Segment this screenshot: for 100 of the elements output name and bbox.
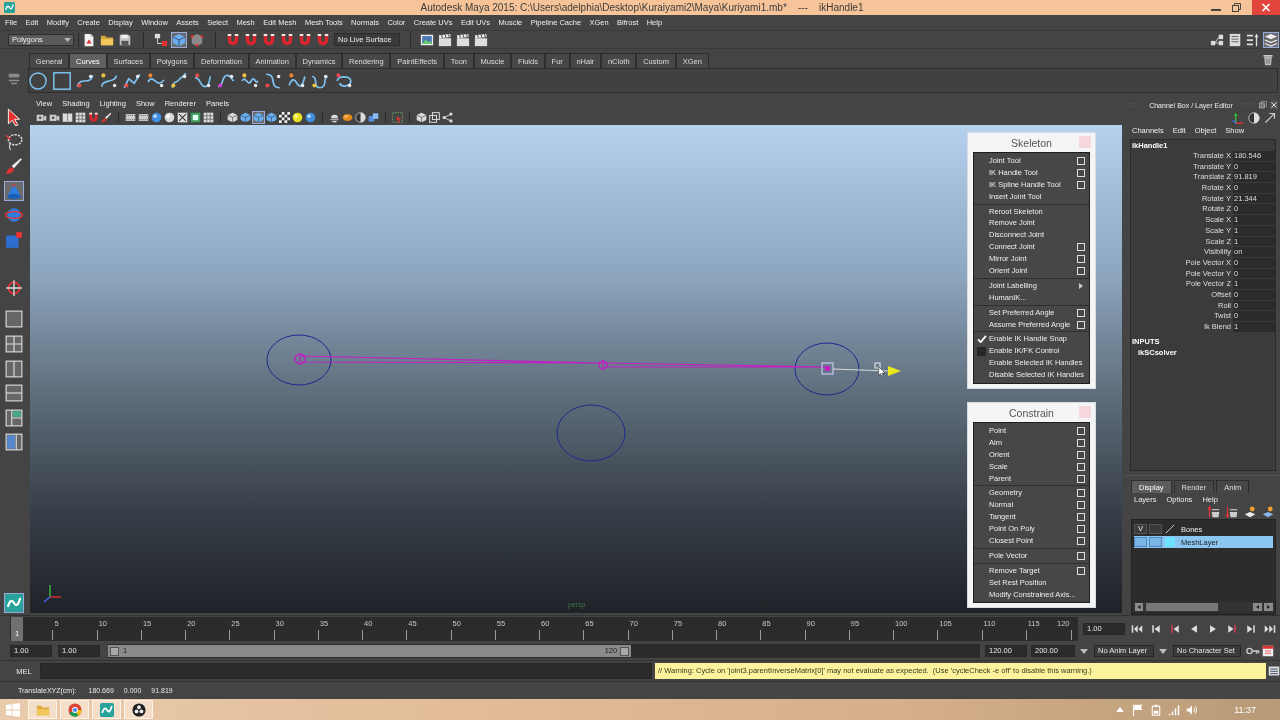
logo-tile-icon[interactable] bbox=[99, 702, 114, 717]
layout-icon[interactable] bbox=[5, 433, 23, 452]
document-icon[interactable] bbox=[82, 32, 96, 47]
magnet-icon[interactable] bbox=[316, 32, 330, 47]
close-icon[interactable] bbox=[1270, 101, 1278, 109]
caret-icon[interactable] bbox=[1159, 648, 1167, 654]
option-box[interactable] bbox=[1077, 320, 1085, 329]
viewport[interactable] bbox=[30, 125, 1122, 613]
horizontal-scrollbar[interactable] bbox=[1134, 602, 1274, 612]
skip-back-icon[interactable] bbox=[1131, 623, 1143, 635]
brush-icon[interactable] bbox=[101, 112, 112, 123]
node-graph-icon[interactable] bbox=[1210, 32, 1224, 47]
range-handle[interactable] bbox=[620, 646, 630, 656]
option-box[interactable] bbox=[1077, 438, 1085, 447]
sphere-icon[interactable] bbox=[292, 112, 303, 123]
option-box[interactable] bbox=[1077, 426, 1085, 435]
capsule-icon[interactable] bbox=[342, 112, 353, 123]
logo-tile-icon[interactable] bbox=[5, 594, 23, 612]
step-forward-icon[interactable] bbox=[1245, 623, 1257, 635]
layout-icon[interactable] bbox=[5, 359, 23, 378]
cubes-icon[interactable] bbox=[368, 112, 379, 123]
arrow-icon[interactable] bbox=[1264, 111, 1276, 124]
playback-toggle[interactable] bbox=[1149, 524, 1162, 534]
sphere-icon[interactable] bbox=[151, 112, 162, 123]
option-box[interactable] bbox=[1077, 489, 1085, 498]
layer-star-icon[interactable] bbox=[1244, 506, 1256, 518]
camera-icon[interactable] bbox=[49, 112, 60, 123]
option-box[interactable] bbox=[1077, 501, 1085, 510]
option-box[interactable] bbox=[1077, 243, 1085, 252]
option-box[interactable] bbox=[1077, 180, 1085, 189]
layout-icon[interactable] bbox=[5, 408, 23, 427]
magnet-icon[interactable] bbox=[226, 32, 240, 47]
points-icon[interactable] bbox=[190, 32, 204, 47]
checker-icon[interactable] bbox=[279, 112, 290, 123]
cone-icon[interactable] bbox=[5, 181, 23, 200]
playback-toggle[interactable] bbox=[1149, 537, 1162, 547]
select-arrow-icon[interactable] bbox=[5, 108, 23, 126]
curve-icon[interactable] bbox=[170, 71, 188, 90]
submenu-arrow-icon[interactable] bbox=[1079, 282, 1083, 289]
filmstrip-icon[interactable] bbox=[138, 112, 149, 123]
skip-forward-icon[interactable] bbox=[1264, 623, 1276, 635]
layer-star-icon[interactable] bbox=[1262, 506, 1274, 518]
option-box[interactable] bbox=[1077, 266, 1085, 275]
option-box[interactable] bbox=[1077, 168, 1085, 177]
list-window-icon[interactable] bbox=[1268, 665, 1280, 677]
curve-icon[interactable] bbox=[123, 71, 141, 90]
filmstrip-icon[interactable] bbox=[125, 112, 136, 123]
option-box[interactable] bbox=[1077, 450, 1085, 459]
circle-icon[interactable] bbox=[29, 71, 47, 90]
option-box[interactable] bbox=[1077, 462, 1085, 471]
option-box[interactable] bbox=[1077, 255, 1085, 264]
tile-icon[interactable] bbox=[190, 112, 201, 123]
grid-icon[interactable] bbox=[75, 112, 86, 123]
lamp-icon[interactable] bbox=[329, 112, 340, 123]
curve-icon[interactable] bbox=[146, 71, 165, 90]
start-icon[interactable] bbox=[6, 702, 20, 717]
step-back-icon[interactable] bbox=[1169, 623, 1181, 635]
caret-icon[interactable] bbox=[1080, 648, 1088, 654]
sphere-icon[interactable] bbox=[305, 112, 316, 123]
range-handle[interactable] bbox=[110, 646, 119, 656]
option-box[interactable] bbox=[1077, 566, 1085, 575]
calendar-icon[interactable] bbox=[1262, 645, 1274, 657]
book-icon[interactable] bbox=[62, 112, 73, 123]
curve-icon[interactable] bbox=[334, 71, 353, 90]
stack-icon[interactable] bbox=[1264, 32, 1278, 47]
magnet-icon[interactable] bbox=[262, 32, 276, 47]
picture-icon[interactable] bbox=[420, 32, 434, 47]
stack-arrow-icon[interactable] bbox=[1208, 506, 1220, 518]
step-back-icon[interactable] bbox=[1150, 623, 1162, 635]
layout-icon[interactable] bbox=[5, 384, 23, 403]
layout-icon[interactable] bbox=[5, 334, 23, 353]
checkbox[interactable] bbox=[976, 335, 987, 344]
hierarchy-icon[interactable] bbox=[154, 32, 168, 47]
cube-icon[interactable] bbox=[227, 112, 238, 123]
option-box[interactable] bbox=[1077, 551, 1085, 560]
stack-arrow-icon[interactable] bbox=[1226, 506, 1238, 518]
clapper-icon[interactable] bbox=[474, 32, 488, 47]
sphere-icon[interactable] bbox=[164, 112, 175, 123]
axes-icon[interactable] bbox=[1232, 111, 1244, 124]
taskbar-button[interactable] bbox=[124, 700, 153, 719]
cube-icon[interactable] bbox=[240, 112, 251, 123]
command-input[interactable] bbox=[40, 663, 652, 679]
brush-icon[interactable] bbox=[5, 157, 23, 176]
curve-icon[interactable] bbox=[287, 71, 306, 90]
clapper-icon[interactable] bbox=[456, 32, 470, 47]
crosshair-icon[interactable] bbox=[5, 279, 23, 298]
magnet-icon[interactable] bbox=[298, 32, 312, 47]
option-box[interactable] bbox=[1077, 474, 1085, 483]
float-window-icon[interactable] bbox=[1259, 101, 1267, 109]
connected-nodes-icon[interactable] bbox=[442, 112, 453, 123]
magnet-icon[interactable] bbox=[244, 32, 258, 47]
cube-icon[interactable] bbox=[416, 112, 427, 123]
segmented-circle-icon[interactable] bbox=[67, 702, 82, 717]
panel-icon[interactable] bbox=[1228, 32, 1242, 47]
lasso-icon[interactable] bbox=[5, 132, 23, 151]
option-box[interactable] bbox=[1077, 308, 1085, 317]
step-forward-icon[interactable] bbox=[1226, 623, 1238, 635]
marquee-icon[interactable] bbox=[392, 112, 403, 123]
trash-icon[interactable] bbox=[1262, 54, 1274, 66]
visibility-toggle[interactable] bbox=[1134, 537, 1147, 547]
